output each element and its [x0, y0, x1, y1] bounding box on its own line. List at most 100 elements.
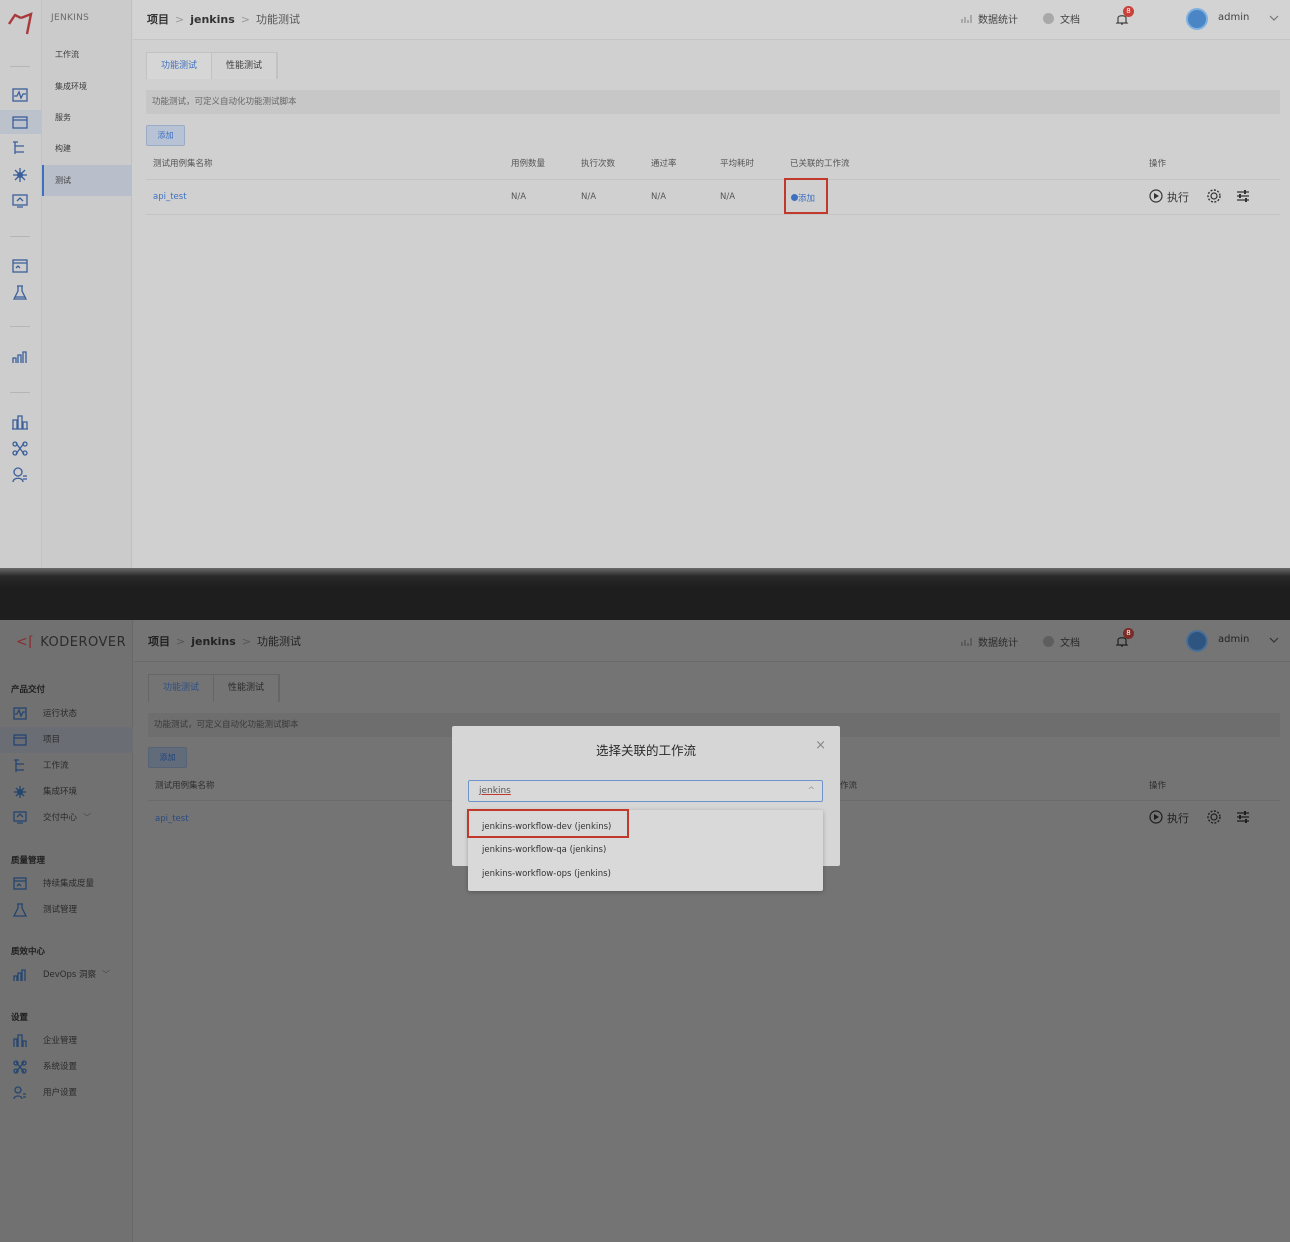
pulse-icon[interactable]	[12, 88, 28, 102]
enterprise-icon[interactable]	[12, 414, 28, 430]
docs-link[interactable]: 文档	[1043, 11, 1080, 26]
sidebar-item[interactable]: 用户设置	[0, 1080, 133, 1106]
main-sidebar: <⌈ KODEROVER 产品交付 运行状态 项目 工作流 集成环境 交付中心 ﹀ 质量管理 持续…	[0, 620, 133, 1242]
sidebar-item[interactable]: 测试管理	[0, 897, 133, 923]
insight-icon[interactable]	[12, 350, 28, 364]
workflow-select-value: jenkins	[479, 786, 511, 796]
chevron-down-icon[interactable]	[1269, 15, 1279, 22]
sliders-icon[interactable]	[1236, 811, 1250, 823]
workflow-option[interactable]: jenkins-workflow-ops (jenkins)	[468, 862, 823, 886]
icon-rail	[0, 0, 42, 568]
stats-link[interactable]: 数据统计	[961, 11, 1018, 26]
add-button[interactable]: 添加	[148, 747, 187, 768]
tab-performance-test[interactable]: 性能测试	[214, 675, 280, 702]
header-runs: 执行次数	[581, 159, 616, 169]
breadcrumb-current: 功能测试	[255, 13, 300, 26]
project-sub-nav: JENKINS 工作流 集成环境 服务 构建 测试	[42, 0, 132, 568]
sidebar-item[interactable]: 运行状态	[0, 701, 133, 727]
docs-label: 文档	[1060, 638, 1080, 649]
delivery-icon	[13, 811, 27, 824]
header-workflow-partial: 作流	[840, 781, 858, 791]
breadcrumb-root[interactable]: 项目	[147, 13, 169, 26]
highlight-box	[467, 809, 629, 838]
highlight-box	[784, 178, 828, 214]
sidebar-section-title: 质效中心	[11, 947, 46, 957]
flask-icon	[13, 903, 27, 917]
system-settings-icon[interactable]	[12, 441, 28, 456]
sidebar-item-label: 工作流	[43, 761, 69, 771]
sub-nav-test[interactable]: 测试	[42, 165, 132, 196]
add-button[interactable]: 添加	[146, 125, 185, 146]
breadcrumb-project[interactable]: jenkins	[190, 13, 235, 26]
environment-icon[interactable]	[12, 167, 28, 183]
header-name: 测试用例集名称	[153, 159, 213, 169]
close-icon[interactable]: ×	[815, 738, 826, 753]
play-icon	[1149, 810, 1163, 824]
sliders-icon[interactable]	[1236, 190, 1250, 202]
user-name[interactable]: admin	[1218, 12, 1249, 23]
sub-nav-workflow[interactable]: 工作流	[42, 39, 132, 70]
help-icon	[1043, 636, 1054, 647]
brand-logo[interactable]: <⌈ KODEROVER	[16, 634, 126, 650]
delivery-icon[interactable]	[12, 194, 28, 208]
sidebar-section-title: 质量管理	[11, 856, 46, 866]
user-name[interactable]: admin	[1218, 634, 1249, 645]
sidebar-item[interactable]: 交付中心 ﹀	[0, 805, 133, 831]
workflow-icon[interactable]	[12, 141, 28, 155]
sidebar-item-label: DevOps 洞察	[43, 970, 97, 980]
sidebar-item[interactable]: DevOps 洞察 ﹀	[0, 962, 133, 988]
breadcrumb-project[interactable]: jenkins	[191, 635, 236, 648]
sidebar-item-label: 持续集成度量	[43, 879, 95, 889]
sidebar-item[interactable]: 工作流	[0, 753, 133, 779]
sidebar-item-label: 项目	[43, 735, 61, 745]
tab-functional-test[interactable]: 功能测试	[147, 53, 213, 79]
breadcrumb: 项目 > jenkins > 功能测试	[147, 13, 300, 26]
docs-label: 文档	[1060, 15, 1080, 26]
environment-icon	[14, 786, 26, 798]
header-workflow: 已关联的工作流	[790, 159, 850, 169]
stats-link[interactable]: 数据统计	[961, 634, 1018, 649]
ci-metrics-icon[interactable]	[12, 259, 28, 273]
user-avatar[interactable]	[1186, 8, 1208, 30]
sidebar-item[interactable]: 系统设置	[0, 1054, 133, 1080]
run-label: 执行	[1167, 812, 1189, 825]
breadcrumb-root[interactable]: 项目	[148, 635, 170, 648]
sidebar-item[interactable]: 持续集成度量	[0, 871, 133, 897]
flask-icon[interactable]	[12, 285, 28, 300]
workflow-select[interactable]: jenkins ^	[468, 780, 823, 802]
gear-icon[interactable]	[1207, 810, 1221, 824]
sub-nav-build[interactable]: 构建	[42, 133, 132, 164]
user-avatar[interactable]	[1186, 630, 1208, 652]
run-button[interactable]: 执行	[1149, 810, 1189, 826]
stats-label: 数据统计	[978, 638, 1018, 649]
run-button[interactable]: 执行	[1149, 189, 1189, 205]
sidebar-item[interactable]: 集成环境	[0, 779, 133, 805]
chevron-up-icon: ^	[807, 786, 815, 796]
chevron-down-icon[interactable]	[1269, 637, 1279, 644]
workflow-option[interactable]: jenkins-workflow-qa (jenkins)	[468, 838, 823, 862]
tab-functional-test[interactable]: 功能测试	[149, 675, 215, 702]
sidebar-item-label: 用户设置	[43, 1088, 78, 1098]
tab-performance-test[interactable]: 性能测试	[212, 53, 278, 79]
row-avg-time: N/A	[720, 192, 736, 202]
row-name-link[interactable]: api_test	[155, 814, 189, 824]
gear-icon[interactable]	[1207, 189, 1221, 203]
notification-badge: 8	[1123, 6, 1134, 17]
notification-badge: 8	[1123, 628, 1134, 639]
help-icon	[1043, 13, 1054, 24]
user-settings-icon[interactable]	[12, 467, 28, 483]
header-ops: 操作	[1149, 781, 1167, 791]
sidebar-item[interactable]: 项目	[0, 727, 133, 753]
logo-mark-icon: <⌈	[16, 634, 35, 650]
sidebar-item[interactable]: 企业管理	[0, 1028, 133, 1054]
folder-icon[interactable]	[12, 115, 28, 129]
docs-link[interactable]: 文档	[1043, 634, 1080, 649]
system-settings-icon	[13, 1060, 27, 1074]
test-tabs: 功能测试 性能测试	[146, 52, 279, 79]
sub-nav-environment[interactable]: 集成环境	[42, 71, 132, 102]
test-tabs: 功能测试 性能测试	[148, 674, 281, 702]
row-name-link[interactable]: api_test	[153, 192, 187, 202]
sub-nav-service[interactable]: 服务	[42, 102, 132, 133]
row-pass-rate: N/A	[651, 192, 667, 202]
top-bar: 项目 > jenkins > 功能测试 数据统计 文档 8 admin	[134, 620, 1290, 662]
